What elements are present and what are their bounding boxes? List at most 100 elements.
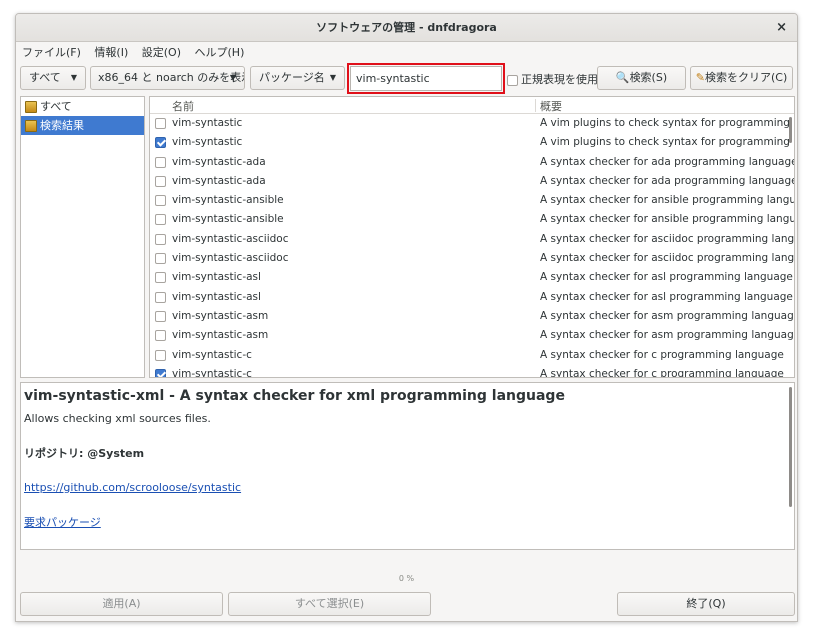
package-summary: A syntax checker for asm programming lan… <box>540 309 795 322</box>
package-name: vim-syntastic-asciidoc <box>172 232 289 245</box>
column-divider <box>535 99 536 112</box>
package-checkbox[interactable] <box>155 310 166 322</box>
package-checkbox[interactable] <box>155 118 166 129</box>
package-summary: A syntax checker for ada programming lan… <box>540 174 795 187</box>
package-summary: A syntax checker for asciidoc programmin… <box>540 232 795 245</box>
package-checkbox[interactable] <box>155 175 166 187</box>
package-summary: A vim plugins to check syntax for progra… <box>540 136 794 149</box>
detail-scrollbar[interactable] <box>789 387 792 507</box>
table-row[interactable]: vim-syntastic-ansible A syntax checker fo… <box>150 191 794 210</box>
package-summary: A syntax checker for asl programming lan… <box>540 290 793 303</box>
filter-all-label: すべて <box>29 71 61 84</box>
app-window: ソフトウェアの管理 - dnfdragora × ファイル(F) 情報(I) 設… <box>15 13 798 622</box>
search-button[interactable]: 🔍検索(S) <box>597 66 686 90</box>
table-row[interactable]: vim-syntastic-asm A syntax checker for as… <box>150 326 794 345</box>
select-all-button[interactable]: すべて選択(E) <box>228 592 431 616</box>
package-checkbox[interactable] <box>155 214 166 226</box>
package-summary: A syntax checker for ada programming lan… <box>540 155 795 168</box>
table-row[interactable]: vim-syntastic A vim plugins to check synt… <box>150 114 794 133</box>
group-item-search-results[interactable]: 検索結果 <box>21 116 144 135</box>
package-checkbox[interactable] <box>155 349 166 361</box>
package-checkbox[interactable] <box>155 330 166 342</box>
search-field-label: パッケージ名 <box>259 71 325 84</box>
package-checkbox[interactable] <box>155 233 166 245</box>
package-name: vim-syntastic-c <box>172 348 252 361</box>
regex-label: 正規表現を使用 <box>521 73 598 86</box>
regex-checkbox[interactable]: 正規表現を使用 <box>507 71 598 87</box>
menu-info[interactable]: 情報(I) <box>90 43 132 63</box>
clear-search-label: 検索をクリア(C) <box>704 71 788 84</box>
package-summary: A syntax checker for c programming langu… <box>540 348 784 361</box>
group-item-label: 検索結果 <box>40 119 84 132</box>
package-name: vim-syntastic-c <box>172 367 252 378</box>
table-row[interactable]: vim-syntastic-ada A syntax checker for ad… <box>150 153 794 172</box>
table-row[interactable]: vim-syntastic-ada A syntax checker for ad… <box>150 172 794 191</box>
package-name: vim-syntastic-ada <box>172 155 266 168</box>
package-summary: A syntax checker for asm programming lan… <box>540 329 795 342</box>
broom-icon: ✎ <box>695 71 705 84</box>
apply-button[interactable]: 適用(A) <box>20 592 223 616</box>
table-row[interactable]: vim-syntastic-asciidoc A syntax checker f… <box>150 249 794 268</box>
detail-url-link[interactable]: https://github.com/scrooloose/syntastic <box>24 481 241 495</box>
menu-help[interactable]: ヘルプ(H) <box>191 43 249 63</box>
close-icon[interactable]: × <box>776 14 787 42</box>
table-row[interactable]: vim-syntastic-c A syntax checker for c pr… <box>150 365 794 378</box>
package-checkbox[interactable] <box>155 272 166 284</box>
highlight-box <box>347 63 505 94</box>
package-summary: A syntax checker for ansible programming… <box>540 213 795 226</box>
menu-file[interactable]: ファイル(F) <box>18 43 85 63</box>
clear-search-button[interactable]: ✎検索をクリア(C) <box>690 66 793 90</box>
table-row[interactable]: vim-syntastic-asciidoc A syntax checker f… <box>150 230 794 249</box>
filter-all-dropdown[interactable]: すべて ▼ <box>20 66 86 90</box>
package-detail: vim-syntastic-xml - A syntax checker for… <box>20 382 795 550</box>
group-all-icon <box>25 101 37 113</box>
group-item-all[interactable]: すべて <box>21 97 144 116</box>
package-checkbox[interactable] <box>155 195 166 207</box>
package-summary: A syntax checker for ansible programming… <box>540 194 795 207</box>
package-rows: vim-syntastic A vim plugins to check synt… <box>150 114 794 378</box>
package-name: vim-syntastic-asl <box>172 271 261 284</box>
menu-bar: ファイル(F) 情報(I) 設定(O) ヘルプ(H) <box>16 43 797 63</box>
package-summary: A syntax checker for c programming langu… <box>540 367 784 378</box>
detail-description: Allows checking xml sources files. <box>24 412 211 425</box>
package-name: vim-syntastic <box>172 117 243 129</box>
chevron-down-icon: ▼ <box>229 73 236 82</box>
table-row[interactable]: vim-syntastic-c A syntax checker for c pr… <box>150 346 794 365</box>
title-bar: ソフトウェアの管理 - dnfdragora × <box>16 14 797 42</box>
column-name-header[interactable]: 名前 <box>172 98 194 114</box>
package-name: vim-syntastic <box>172 136 243 149</box>
arch-filter-label: x86_64 と noarch のみを表示 <box>98 71 245 84</box>
progress-text: 0 % <box>398 574 415 583</box>
search-field-dropdown[interactable]: パッケージ名 ▼ <box>250 66 345 90</box>
package-summary: A syntax checker for asciidoc programmin… <box>540 252 795 265</box>
search-results-icon <box>25 120 37 132</box>
table-row[interactable]: vim-syntastic-ansible A syntax checker fo… <box>150 210 794 229</box>
table-row[interactable]: vim-syntastic-asm A syntax checker for as… <box>150 307 794 326</box>
package-name: vim-syntastic-ansible <box>172 194 284 207</box>
column-summary-header[interactable]: 概要 <box>540 98 562 114</box>
package-checkbox[interactable] <box>155 368 166 377</box>
package-name: vim-syntastic-asl <box>172 290 261 303</box>
table-row[interactable]: vim-syntastic A vim plugins to check synt… <box>150 133 794 152</box>
chevron-down-icon: ▼ <box>70 73 77 82</box>
quit-button[interactable]: 終了(Q) <box>617 592 795 616</box>
package-checkbox[interactable] <box>155 156 166 168</box>
window-title: ソフトウェアの管理 - dnfdragora <box>316 21 497 34</box>
list-scrollbar[interactable] <box>789 117 792 143</box>
package-checkbox[interactable] <box>155 291 166 303</box>
regex-checkbox-box[interactable] <box>507 74 518 86</box>
menu-settings[interactable]: 設定(O) <box>138 43 185 63</box>
detail-requires-link[interactable]: 要求パッケージ <box>24 516 101 530</box>
package-checkbox[interactable] <box>155 253 166 265</box>
search-icon: 🔍 <box>615 71 630 84</box>
group-item-label: すべて <box>40 100 72 113</box>
table-row[interactable]: vim-syntastic-asl A syntax checker for as… <box>150 288 794 307</box>
package-list: 名前 概要 vim-syntastic A vim plugins to chec… <box>149 96 795 378</box>
search-button-label: 検索(S) <box>629 71 668 84</box>
package-checkbox[interactable] <box>155 137 166 149</box>
arch-filter-dropdown[interactable]: x86_64 と noarch のみを表示 ▼ <box>90 66 245 90</box>
table-row[interactable]: vim-syntastic-asl A syntax checker for as… <box>150 268 794 287</box>
package-name: vim-syntastic-ada <box>172 174 266 187</box>
chevron-down-icon: ▼ <box>329 73 336 82</box>
package-name: vim-syntastic-asm <box>172 329 269 342</box>
